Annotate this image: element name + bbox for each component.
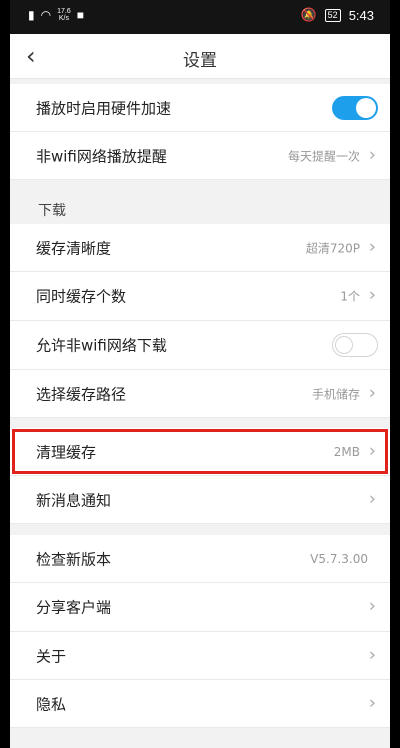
page-title: 设置	[183, 51, 217, 71]
chevron-right-icon: ›	[368, 595, 376, 617]
row-label: 检查新版本	[36, 550, 112, 568]
clock: 5:43	[348, 7, 374, 23]
message-notification-row[interactable]: 新消息通知 ›	[10, 476, 390, 524]
chevron-right-icon: ›	[368, 284, 376, 306]
chevron-right-icon: ›	[368, 236, 376, 258]
cache-quality-row[interactable]: 缓存清晰度 超清720P ›	[10, 224, 390, 272]
cache-path-row[interactable]: 选择缓存路径 手机储存 ›	[10, 370, 390, 418]
row-value: 超清720P	[305, 241, 360, 255]
row-value: 每天提醒一次	[287, 149, 360, 163]
speed-unit: K/s	[58, 15, 69, 22]
notification-icon: ■	[76, 8, 84, 22]
hardware-acceleration-toggle[interactable]	[332, 95, 378, 120]
row-label: 选择缓存路径	[36, 385, 127, 403]
row-label: 新消息通知	[36, 491, 112, 509]
row-label: 非wifi网络播放提醒	[36, 147, 167, 165]
chevron-right-icon: ›	[368, 488, 376, 510]
check-update-row[interactable]: 检查新版本 V5.7.3.00	[10, 535, 390, 583]
chevron-right-icon: ›	[368, 144, 376, 166]
row-label: 分享客户端	[36, 598, 112, 617]
non-wifi-play-reminder-row[interactable]: 非wifi网络播放提醒 每天提醒一次 ›	[10, 132, 390, 180]
toggle-knob	[356, 97, 376, 118]
row-label: 允许非wifi网络下载	[36, 336, 167, 355]
chevron-right-icon: ›	[368, 382, 376, 404]
chevron-right-icon: ›	[368, 440, 376, 462]
network-speed: 17.6 K/s	[57, 8, 71, 22]
row-label: 播放时启用硬件加速	[36, 99, 172, 117]
status-right: 🔕 52 5:43	[300, 7, 374, 23]
wifi-icon: ◠	[40, 8, 52, 22]
toggle-knob	[335, 336, 353, 354]
about-row[interactable]: 关于 ›	[10, 632, 390, 680]
version-value: V5.7.3.00	[310, 551, 368, 566]
status-left: ▮ ◠ 17.6 K/s ■	[28, 8, 84, 22]
chevron-right-icon: ›	[368, 644, 376, 666]
share-client-row[interactable]: 分享客户端 ›	[10, 583, 390, 632]
row-label: 清理缓存	[36, 443, 97, 461]
row-label: 关于	[36, 647, 67, 665]
clear-cache-row[interactable]: 清理缓存 2MB ›	[10, 428, 390, 476]
status-bar: ▮ ◠ 17.6 K/s ■ 🔕 52 5:43	[10, 0, 390, 34]
non-wifi-download-row[interactable]: 允许非wifi网络下载	[10, 321, 390, 370]
row-value: 2MB	[333, 444, 360, 459]
header-bar: ‹ 设置	[10, 34, 390, 79]
mute-icon: 🔕	[300, 7, 317, 22]
hardware-acceleration-row[interactable]: 播放时启用硬件加速	[10, 84, 390, 132]
row-value: 手机储存	[311, 387, 360, 401]
row-label: 同时缓存个数	[36, 287, 127, 306]
row-value: 1个	[340, 289, 360, 304]
concurrent-cache-row[interactable]: 同时缓存个数 1个 ›	[10, 272, 390, 321]
settings-screen: ▮ ◠ 17.6 K/s ■ 🔕 52 5:43 ‹ 设置 播放时启用硬件加速 …	[10, 0, 390, 748]
row-label: 隐私	[36, 695, 67, 713]
non-wifi-download-toggle[interactable]	[332, 333, 378, 357]
sim-icon: ▮	[28, 8, 35, 22]
privacy-row[interactable]: 隐私 ›	[10, 680, 390, 728]
section-header-download: 下载	[38, 203, 66, 219]
battery-indicator: 52	[324, 8, 341, 22]
speed-value: 17.6	[57, 8, 71, 15]
chevron-right-icon: ›	[368, 692, 376, 714]
row-label: 缓存清晰度	[36, 239, 112, 257]
